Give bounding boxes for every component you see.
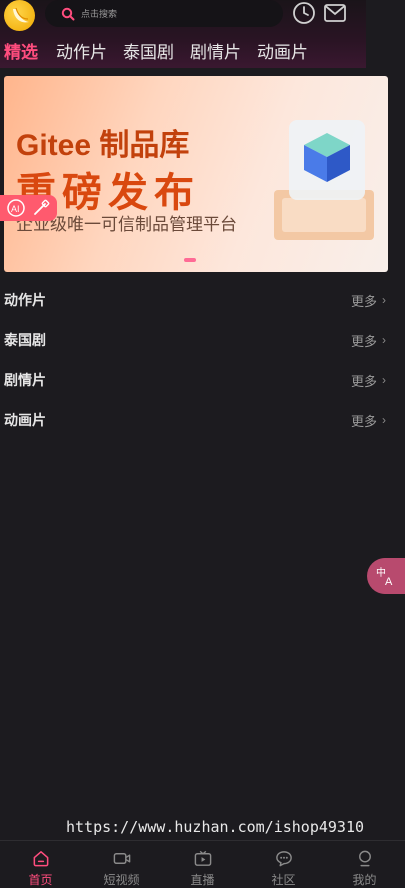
- section-header-action: 动作片 更多 ›: [4, 290, 386, 310]
- nav-live[interactable]: 直播: [162, 841, 243, 888]
- banana-logo-icon[interactable]: [4, 0, 35, 31]
- section-title: 动画片: [4, 412, 46, 428]
- more-link[interactable]: 更多 ›: [351, 291, 386, 310]
- ai-tools-float[interactable]: AI: [0, 195, 57, 221]
- nav-short-video[interactable]: 短视频: [81, 841, 162, 888]
- more-label: 更多: [350, 293, 377, 309]
- more-label: 更多: [350, 413, 377, 429]
- nav-label: 首页: [28, 873, 53, 887]
- section-title: 泰国剧: [4, 332, 46, 348]
- banner-title: Gitee 制品库: [16, 129, 190, 162]
- bottom-nav: 首页 短视频 直播 社区 我的: [0, 840, 405, 888]
- section-title: 剧情片: [4, 372, 46, 388]
- video-camera-icon: [113, 853, 130, 864]
- nav-home[interactable]: 首页: [0, 841, 81, 888]
- nav-label: 我的: [352, 873, 377, 887]
- translate-float-button[interactable]: 中 A: [367, 558, 405, 594]
- nav-profile[interactable]: 我的: [324, 841, 405, 888]
- chevron-right-icon: ›: [382, 373, 386, 387]
- search-icon: [61, 7, 75, 20]
- category-tabs: 精选 动作片 泰国剧 剧情片 动画片: [0, 38, 324, 62]
- tv-play-icon: [194, 850, 211, 866]
- top-header: 点击搜索 精选 动作片 泰国剧 剧情片 动画片: [0, 0, 366, 68]
- carousel-indicator[interactable]: [184, 258, 196, 262]
- more-label: 更多: [350, 333, 377, 349]
- tab-action[interactable]: 动作片: [56, 38, 107, 63]
- chevron-right-icon: ›: [382, 333, 386, 347]
- section-header-drama: 剧情片 更多 ›: [4, 370, 386, 390]
- translate-icon: 中 A: [376, 566, 393, 587]
- chevron-right-icon: ›: [382, 293, 386, 307]
- section-header-animation: 动画片 更多 ›: [4, 410, 386, 430]
- nav-label: 直播: [190, 873, 215, 887]
- product-cube-illustration: [274, 120, 374, 240]
- search-placeholder: 点击搜索: [81, 9, 118, 19]
- clock-icon[interactable]: [292, 1, 316, 25]
- user-icon: [358, 850, 371, 867]
- promo-banner[interactable]: Gitee 制品库 重磅发布 企业级唯一可信制品管理平台: [4, 76, 388, 272]
- chevron-right-icon: ›: [382, 413, 386, 427]
- tab-drama[interactable]: 剧情片: [190, 38, 241, 63]
- magic-wand-icon[interactable]: [31, 198, 51, 218]
- tab-featured[interactable]: 精选: [4, 38, 38, 63]
- watermark-text: https://www.huzhan.com/ishop49310: [66, 818, 365, 836]
- nav-label: 短视频: [103, 873, 140, 887]
- mail-icon[interactable]: [323, 1, 347, 25]
- chat-bubble-icon: [275, 851, 292, 867]
- search-bar[interactable]: 点击搜索: [45, 0, 283, 27]
- more-label: 更多: [350, 373, 377, 389]
- tab-animation[interactable]: 动画片: [257, 38, 308, 63]
- nav-community[interactable]: 社区: [243, 841, 324, 888]
- ai-icon[interactable]: AI: [6, 198, 26, 218]
- section-title: 动作片: [4, 292, 46, 308]
- home-icon: [33, 851, 48, 867]
- more-link[interactable]: 更多 ›: [351, 331, 386, 350]
- nav-label: 社区: [271, 873, 296, 887]
- tab-thai-drama[interactable]: 泰国剧: [123, 38, 174, 63]
- more-link[interactable]: 更多 ›: [351, 411, 386, 430]
- more-link[interactable]: 更多 ›: [351, 371, 386, 390]
- section-header-thai-drama: 泰国剧 更多 ›: [4, 330, 386, 350]
- svg-text:A: A: [385, 576, 393, 587]
- svg-text:AI: AI: [11, 204, 20, 214]
